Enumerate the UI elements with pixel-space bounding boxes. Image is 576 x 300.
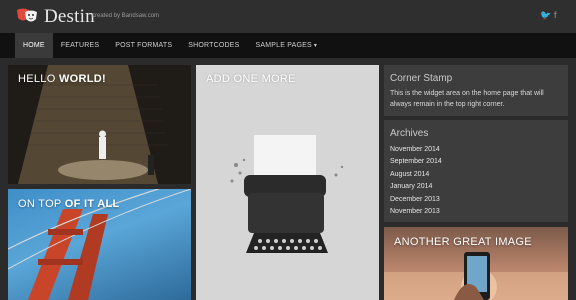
post-tile-hello-world[interactable]: HELLO WORLD! <box>8 65 191 184</box>
nav-item-post-formats[interactable]: POST FORMATS <box>107 33 180 58</box>
site-header: Destin created by Bandsaw.com 🐦 f <box>0 0 576 33</box>
tile-title-hello-part2: WORLD! <box>58 73 106 85</box>
theater-masks-icon[interactable] <box>15 7 39 25</box>
nav-item-home[interactable]: HOME <box>15 33 53 58</box>
widget-corner-stamp: Corner Stamp This is the widget area on … <box>384 65 568 116</box>
archive-link-nov-2013[interactable]: November 2013 <box>390 206 562 218</box>
typewriter-photo <box>196 65 379 300</box>
twitter-icon[interactable]: 🐦 <box>540 10 551 21</box>
nav-item-features[interactable]: FEATURES <box>53 33 107 58</box>
tile-title-add-one-more: ADD ONE MORE <box>206 73 296 85</box>
archive-link-sep-2014[interactable]: September 2014 <box>390 156 562 168</box>
widget-corner-stamp-text: This is the widget area on the home page… <box>390 90 544 108</box>
nav-item-sample-pages-label: SAMPLE PAGES <box>255 42 312 49</box>
tile-title-another-great-image: ANOTHER GREAT IMAGE <box>394 236 532 248</box>
tile-title-hello-part1: HELLO <box>18 73 59 85</box>
post-tile-add-one-more[interactable]: ADD ONE MORE <box>196 65 379 300</box>
main-nav: HOME FEATURES POST FORMATS SHORTCODES SA… <box>0 33 576 58</box>
chevron-down-icon: ▾ <box>313 43 318 49</box>
nav-item-sample-pages[interactable]: SAMPLE PAGES ▾ <box>248 33 326 58</box>
post-tile-another-great-image[interactable]: ANOTHER GREAT IMAGE <box>384 227 568 300</box>
post-tile-on-top[interactable]: ON TOP OF IT ALL <box>8 189 191 300</box>
tile-title-ontop-part1: ON TOP <box>18 198 65 210</box>
widget-archives: Archives November 2014 September 2014 Au… <box>384 120 568 222</box>
facebook-icon[interactable]: f <box>554 10 557 20</box>
tile-title-ontop-part2: OF IT ALL <box>64 198 120 210</box>
archive-link-jan-2014[interactable]: January 2014 <box>390 181 562 193</box>
widget-title-archives: Archives <box>390 128 429 139</box>
widget-title-corner-stamp: Corner Stamp <box>390 73 453 84</box>
site-tagline: created by Bandsaw.com <box>92 13 160 19</box>
nav-item-shortcodes[interactable]: SHORTCODES <box>180 33 247 58</box>
site-title[interactable]: Destin <box>44 6 95 28</box>
archive-link-nov-2014[interactable]: November 2014 <box>390 144 562 156</box>
archive-link-aug-2014[interactable]: August 2014 <box>390 169 562 181</box>
archive-link-dec-2013[interactable]: December 2013 <box>390 194 562 206</box>
